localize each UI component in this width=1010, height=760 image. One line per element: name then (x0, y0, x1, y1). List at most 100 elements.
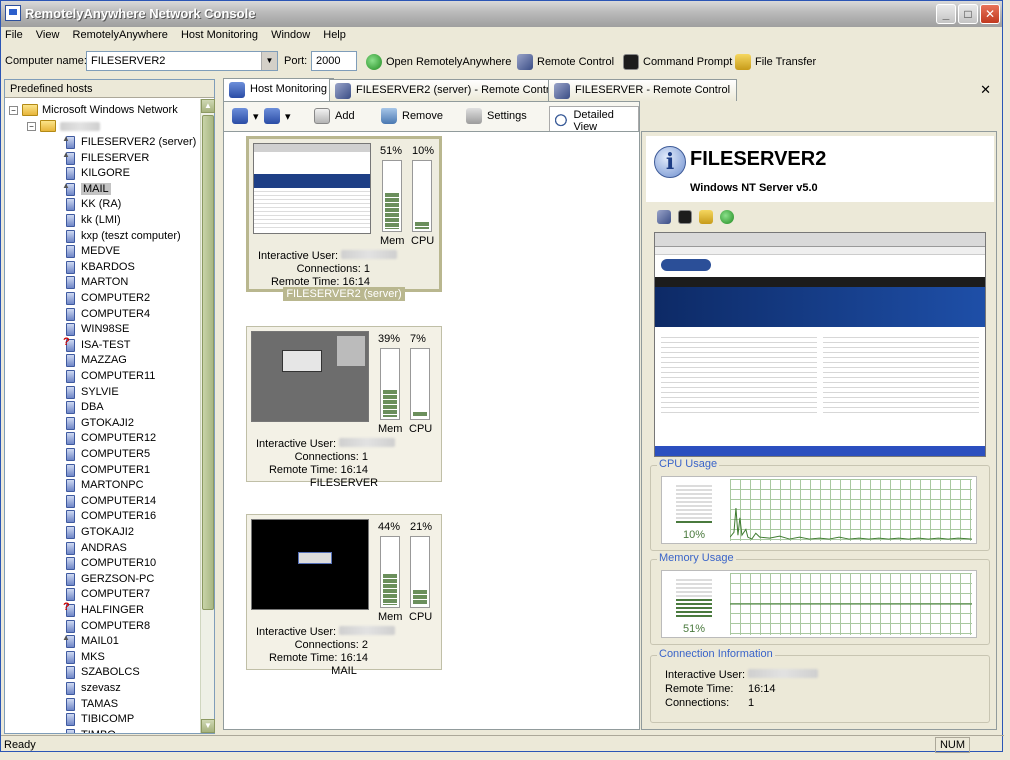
host-tree-item[interactable]: MAIL (62, 181, 111, 197)
menu-help[interactable]: Help (319, 27, 352, 41)
computer-name-combo[interactable]: FILESERVER2 ▼ (86, 51, 278, 71)
host-tree-item[interactable]: kxp (teszt computer) (63, 228, 181, 244)
host-tree-item[interactable]: KK (RA) (63, 196, 121, 212)
file-transfer-button[interactable]: File Transfer (735, 53, 816, 71)
host-card-name[interactable]: MAIL (246, 665, 442, 677)
collapse-icon[interactable]: − (27, 121, 36, 131)
cpu-history-grid (729, 479, 973, 541)
host-tree-item[interactable]: COMPUTER8 (63, 618, 150, 634)
tab-host-monitoring[interactable]: Host Monitoring (223, 78, 335, 101)
menu-file[interactable]: File (1, 27, 29, 41)
host-tree-item[interactable]: COMPUTER7 (63, 586, 150, 602)
host-card-name[interactable]: FILESERVER (246, 477, 442, 489)
collapse-icon[interactable]: − (9, 105, 18, 115)
host-thumbnail[interactable] (253, 143, 371, 234)
host-tree-item[interactable]: ANDRAS (63, 540, 127, 556)
host-tree-item[interactable]: COMPUTER11 (63, 368, 155, 384)
menu-host-monitoring[interactable]: Host Monitoring (177, 27, 264, 41)
host-tree-label: COMPUTER11 (81, 370, 156, 382)
minimize-button[interactable]: _ (936, 4, 956, 24)
settings-button[interactable]: Settings (466, 108, 527, 124)
chevron-down-icon[interactable]: ▼ (261, 52, 277, 70)
scroll-up-icon[interactable]: ▲ (201, 99, 215, 113)
command-prompt-icon[interactable] (678, 210, 692, 224)
tree-root[interactable]: − Microsoft Windows Network (9, 102, 178, 118)
host-tree-item[interactable]: HALFINGER (63, 601, 144, 618)
host-tree-item[interactable]: COMPUTER10 (63, 555, 156, 571)
host-tree-item[interactable]: MKS (63, 649, 105, 665)
tab-fileserver-remote[interactable]: FILESERVER - Remote Control (548, 79, 738, 101)
host-tree-item[interactable]: COMPUTER12 (63, 430, 156, 446)
host-tree-item[interactable]: COMPUTER1 (63, 462, 150, 478)
close-window-button[interactable]: ✕ (980, 4, 1000, 24)
host-tree-item[interactable]: MARTON (63, 274, 128, 290)
scroll-thumb[interactable] (202, 115, 214, 610)
host-tree-item[interactable]: szevasz (63, 680, 121, 696)
host-tree-item[interactable]: COMPUTER14 (63, 493, 156, 509)
host-tree-item[interactable]: MAIL01 (62, 633, 119, 649)
hosts-scrollbar[interactable]: ▲ ▼ (200, 99, 215, 733)
host-tree-item[interactable]: GTOKAJI2 (63, 524, 134, 540)
host-tree-item[interactable]: ISA-TEST (63, 336, 131, 353)
settings-label: Settings (487, 110, 527, 122)
host-tree-item[interactable]: MARTONPC (63, 477, 144, 493)
tree-workgroup[interactable]: − (27, 118, 100, 134)
host-tree-item[interactable]: FILESERVER2 (server) (62, 134, 196, 150)
menu-view[interactable]: View (32, 27, 66, 41)
cpu-bar (412, 160, 432, 232)
scroll-down-icon[interactable]: ▼ (201, 719, 215, 733)
host-tree-item[interactable]: GTOKAJI2 (63, 415, 134, 431)
host-tree-item[interactable]: TIMBO (63, 727, 116, 733)
host-tree-item[interactable]: COMPUTER5 (63, 446, 150, 462)
remove-host-button[interactable]: Remove (381, 108, 443, 124)
view-thumbnails-button[interactable]: ▾ (232, 108, 259, 124)
magnifier-icon (555, 113, 569, 129)
host-thumbnail[interactable] (251, 331, 369, 422)
connection-info-title: Connection Information (657, 648, 775, 660)
open-remotelyanywhere-button[interactable]: Open RemotelyAnywhere (366, 53, 511, 71)
remote-control-button[interactable]: Remote Control (517, 53, 614, 71)
host-screenshot[interactable] (654, 232, 986, 457)
computer-icon (63, 525, 77, 539)
host-tree-item[interactable]: GERZSON-PC (63, 571, 154, 587)
menu-window[interactable]: Window (267, 27, 316, 41)
computer-icon (63, 244, 77, 259)
host-tree-item[interactable]: TAMAS (63, 696, 118, 712)
host-tree-item[interactable]: MEDVE (63, 243, 120, 259)
host-tree-item[interactable]: kk (LMI) (63, 212, 121, 228)
host-tree-item[interactable]: COMPUTER4 (63, 306, 150, 322)
host-tree-item[interactable]: SYLVIE (63, 384, 119, 400)
remote-control-icon[interactable] (657, 210, 671, 224)
title-bar[interactable]: RemotelyAnywhere Network Console _ □ ✕ (1, 1, 1002, 27)
host-tree-item[interactable]: KBARDOS (63, 259, 135, 275)
host-tree-item[interactable]: DBA (63, 399, 104, 415)
host-tree-item[interactable]: COMPUTER16 (63, 508, 156, 524)
menu-remotelyanywhere[interactable]: RemotelyAnywhere (69, 27, 174, 41)
host-card[interactable]: 39% 7% Mem CPU Interactive User: Connections… (246, 326, 442, 482)
host-tree-item[interactable]: COMPUTER2 (63, 290, 150, 306)
host-tree-item[interactable]: FILESERVER (62, 150, 149, 166)
host-tree-item[interactable]: KILGORE (63, 165, 130, 181)
host-card[interactable]: 44% 21% Mem CPU Interactive User: Connection… (246, 514, 442, 670)
maximize-button[interactable]: □ (958, 4, 978, 24)
view-layout-button[interactable]: ▾ (264, 108, 291, 124)
host-thumbnail[interactable] (251, 519, 369, 610)
host-tree-item[interactable]: MAZZAG (63, 352, 127, 368)
host-tree-item[interactable]: TIBICOMP (63, 711, 134, 727)
globe-icon[interactable] (720, 210, 734, 224)
host-tree-label: MKS (81, 650, 105, 663)
tab-fileserver2-remote[interactable]: FILESERVER2 (server) - Remote Control (329, 79, 566, 101)
redacted-workgroup (60, 121, 100, 131)
close-tab-icon[interactable]: ✕ (980, 82, 991, 98)
host-tree-item[interactable]: WIN98SE (63, 321, 129, 337)
host-tree-item[interactable]: SZABOLCS (63, 664, 140, 680)
file-transfer-icon[interactable] (699, 210, 713, 224)
redacted-user (339, 626, 396, 635)
host-card[interactable]: 51% 10% Mem CPU Interactive User: Connection… (246, 136, 442, 292)
port-input[interactable]: 2000 (311, 51, 357, 71)
add-host-button[interactable]: Add (314, 108, 355, 124)
host-tree-label: COMPUTER4 (81, 307, 151, 320)
host-action-icons (657, 210, 734, 224)
command-prompt-button[interactable]: Command Prompt (623, 53, 732, 71)
host-card-name[interactable]: FILESERVER2 (server) (246, 287, 442, 301)
